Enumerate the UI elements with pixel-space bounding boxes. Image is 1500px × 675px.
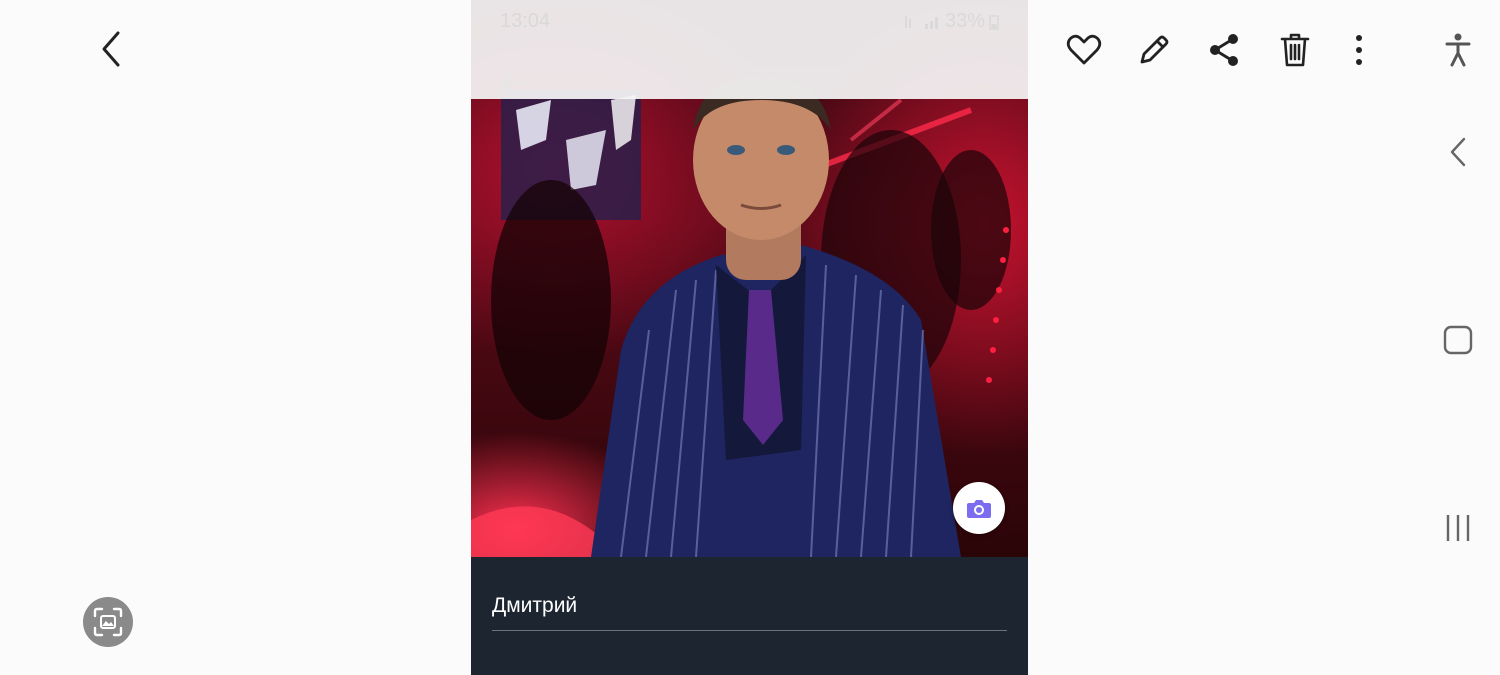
image-scan-icon xyxy=(93,607,123,637)
more-options-button[interactable] xyxy=(1344,30,1374,70)
home-square-icon xyxy=(1443,325,1473,355)
heart-icon xyxy=(1066,34,1102,65)
battery-percent: 33% xyxy=(945,10,986,32)
trash-icon xyxy=(1280,33,1310,67)
image-scan-button[interactable] xyxy=(83,597,133,647)
nav-home-button[interactable] xyxy=(1440,320,1476,360)
chevron-left-icon xyxy=(102,31,120,67)
status-time: 13:04 xyxy=(500,10,551,32)
status-bar: 13:04 33% xyxy=(471,0,1028,99)
battery-icon xyxy=(989,14,999,35)
app-back-arrow-icon[interactable] xyxy=(499,72,525,99)
back-button[interactable] xyxy=(96,30,128,68)
nav-recents-button[interactable] xyxy=(1440,508,1476,548)
share-icon xyxy=(1210,34,1238,66)
signal-icon xyxy=(903,13,943,36)
share-button[interactable] xyxy=(1204,30,1244,70)
nav-back-button[interactable] xyxy=(1440,132,1476,172)
favorite-button[interactable] xyxy=(1064,30,1104,70)
profile-name-field[interactable]: Дмитрий xyxy=(492,594,1007,631)
change-photo-button[interactable] xyxy=(953,482,1005,534)
pencil-icon xyxy=(1140,35,1169,64)
phone-screenshot: 13:04 33% Дмитрий xyxy=(471,0,1028,675)
edit-button[interactable] xyxy=(1134,30,1174,70)
back-chevron-icon xyxy=(1450,137,1466,167)
recents-icon xyxy=(1446,515,1470,541)
more-vertical-icon xyxy=(1356,35,1362,65)
delete-button[interactable] xyxy=(1275,30,1315,70)
camera-icon xyxy=(967,500,991,518)
accessibility-button[interactable] xyxy=(1440,30,1476,70)
accessibility-icon xyxy=(1445,33,1471,67)
